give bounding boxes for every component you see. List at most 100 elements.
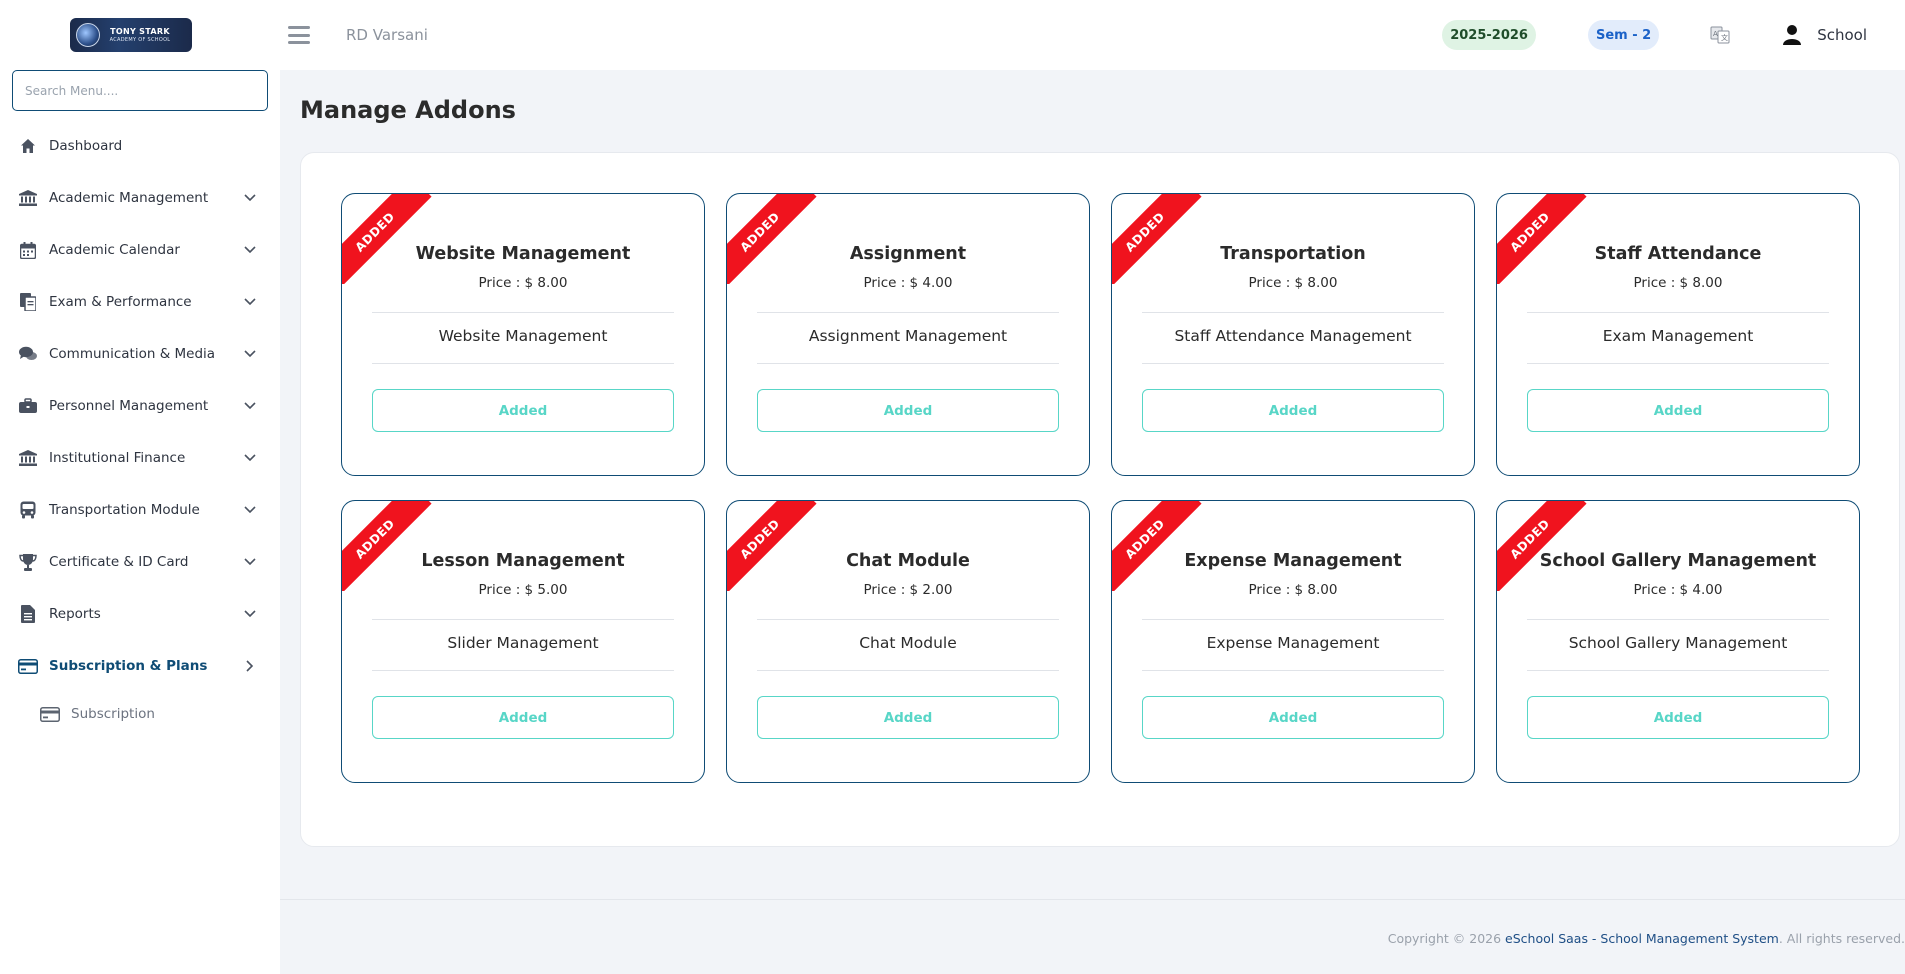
chevron-down-icon: [242, 346, 258, 362]
addon-title: Expense Management: [1184, 551, 1402, 571]
sidebar-item-transportation-module[interactable]: Transportation Module: [0, 484, 280, 536]
addon-description: Website Management: [438, 327, 608, 345]
addon-price: Price : $ 8.00: [1248, 582, 1338, 598]
language-translate-icon[interactable]: A 文: [1709, 24, 1731, 46]
footer-brand-link[interactable]: eSchool Saas - School Management System: [1505, 931, 1779, 946]
addon-description: Assignment Management: [808, 327, 1008, 345]
university-icon: [18, 188, 38, 208]
school-logo[interactable]: TONY STARK ACADEMY OF SCHOOL: [70, 18, 192, 52]
session-year-badge[interactable]: 2025-2026: [1442, 20, 1536, 50]
addon-description: Exam Management: [1602, 327, 1754, 345]
sidebar-item-label: Subscription & Plans: [49, 658, 208, 674]
sidebar-item-label: Dashboard: [49, 138, 123, 154]
chevron-down-icon: [242, 554, 258, 570]
bus-icon: [18, 500, 38, 520]
sidebar-item-subscription-and-plans[interactable]: Subscription & Plans: [0, 640, 280, 692]
semester-badge[interactable]: Sem - 2: [1587, 20, 1660, 50]
sidebar-item-label: Exam & Performance: [49, 294, 192, 310]
divider: [372, 619, 674, 620]
sidebar-item-exam-and-performance[interactable]: Exam & Performance: [0, 276, 280, 328]
copyright-suffix: . All rights reserved.: [1778, 931, 1905, 946]
sidebar-item-academic-calendar[interactable]: Academic Calendar: [0, 224, 280, 276]
addon-card: ADDED Staff Attendance Price : $ 8.00 Exam …: [1496, 193, 1860, 476]
divider: [1142, 670, 1444, 671]
sidebar-item-reports[interactable]: Reports: [0, 588, 280, 640]
addon-added-button[interactable]: Added: [757, 389, 1059, 432]
addon-price: Price : $ 4.00: [863, 275, 953, 291]
sidebar-item-label: Certificate & ID Card: [49, 554, 189, 570]
sidebar-item-label: Institutional Finance: [49, 450, 186, 466]
header-user-name: RD Varsani: [346, 26, 428, 44]
logo-area: TONY STARK ACADEMY OF SCHOOL: [0, 0, 280, 70]
addon-added-button[interactable]: Added: [757, 696, 1059, 739]
addon-added-button[interactable]: Added: [1142, 389, 1444, 432]
addon-added-button[interactable]: Added: [1527, 389, 1829, 432]
logo-emblem-icon: [76, 23, 100, 47]
added-ribbon: ADDED: [1497, 194, 1587, 284]
addon-card: ADDED Website Management Price : $ 8.00 Web…: [341, 193, 705, 476]
chevron-down-icon: [242, 242, 258, 258]
search-menu-input[interactable]: [12, 70, 268, 111]
user-avatar-icon[interactable]: [1781, 24, 1803, 46]
divider: [1142, 619, 1444, 620]
added-ribbon: ADDED: [1112, 501, 1202, 591]
addon-title: Lesson Management: [421, 551, 625, 571]
chevron-right-icon: [242, 658, 258, 674]
report-icon: [18, 604, 38, 624]
addon-added-button[interactable]: Added: [1527, 696, 1829, 739]
divider: [757, 363, 1059, 364]
credit-card-icon: [40, 704, 60, 724]
added-ribbon: ADDED: [342, 501, 432, 591]
sidebar-subitem-label: Subscription: [71, 706, 155, 722]
sidebar-item-academic-management[interactable]: Academic Management: [0, 172, 280, 224]
briefcase-icon: [18, 396, 38, 416]
added-ribbon: ADDED: [1497, 501, 1587, 591]
added-ribbon: ADDED: [727, 194, 817, 284]
hamburger-menu-icon[interactable]: [288, 26, 310, 44]
sidebar-item-label: Transportation Module: [49, 502, 200, 518]
sidebar-item-personnel-management[interactable]: Personnel Management: [0, 380, 280, 432]
divider: [1142, 312, 1444, 313]
page-title: Manage Addons: [300, 96, 516, 124]
copyright-text: Copyright © 2026 eSchool Saas - School M…: [1388, 931, 1905, 946]
svg-text:文: 文: [1721, 33, 1728, 42]
header-school-label[interactable]: School: [1817, 26, 1867, 44]
addon-price: Price : $ 8.00: [1633, 275, 1723, 291]
divider: [372, 312, 674, 313]
sidebar-item-label: Communication & Media: [49, 346, 216, 362]
sidebar-item-dashboard[interactable]: Dashboard: [0, 120, 280, 172]
addon-card: ADDED Chat Module Price : $ 2.00 Chat Modul…: [726, 500, 1090, 783]
addon-title: Assignment: [849, 244, 967, 264]
addon-added-button[interactable]: Added: [372, 696, 674, 739]
addon-title: Transportation: [1220, 244, 1366, 264]
sidebar-item-certificate-and-id-card[interactable]: Certificate & ID Card: [0, 536, 280, 588]
addon-price: Price : $ 8.00: [478, 275, 568, 291]
sidebar-item-label: Academic Management: [49, 190, 209, 206]
addon-title: School Gallery Management: [1539, 551, 1817, 571]
addon-title: Chat Module: [846, 551, 970, 571]
chevron-down-icon: [242, 398, 258, 414]
addon-price: Price : $ 8.00: [1248, 275, 1338, 291]
divider: [1527, 363, 1829, 364]
sidebar-item-label: Reports: [49, 606, 101, 622]
addon-added-button[interactable]: Added: [1142, 696, 1444, 739]
sidebar: TONY STARK ACADEMY OF SCHOOL Dashboard Ac…: [0, 0, 280, 974]
addons-grid: ADDED Website Management Price : $ 8.00 Web…: [341, 193, 1860, 783]
divider: [372, 363, 674, 364]
sidebar-submenu: Subscription: [0, 692, 280, 736]
copyright-prefix: Copyright © 2026: [1387, 931, 1506, 946]
trophy-icon: [18, 552, 38, 572]
addon-title: Website Management: [415, 244, 631, 264]
addon-added-button[interactable]: Added: [372, 389, 674, 432]
addon-description: School Gallery Management: [1568, 634, 1788, 652]
logo-line2: ACADEMY OF SCHOOL: [109, 36, 171, 43]
chevron-down-icon: [242, 294, 258, 310]
sidebar-item-label: Personnel Management: [49, 398, 209, 414]
divider: [1142, 363, 1444, 364]
bank-icon: [18, 448, 38, 468]
chevron-down-icon: [242, 450, 258, 466]
sidebar-subitem-subscription[interactable]: Subscription: [0, 692, 280, 736]
sidebar-item-communication-and-media[interactable]: Communication & Media: [0, 328, 280, 380]
added-ribbon: ADDED: [342, 194, 432, 284]
sidebar-item-institutional-finance[interactable]: Institutional Finance: [0, 432, 280, 484]
